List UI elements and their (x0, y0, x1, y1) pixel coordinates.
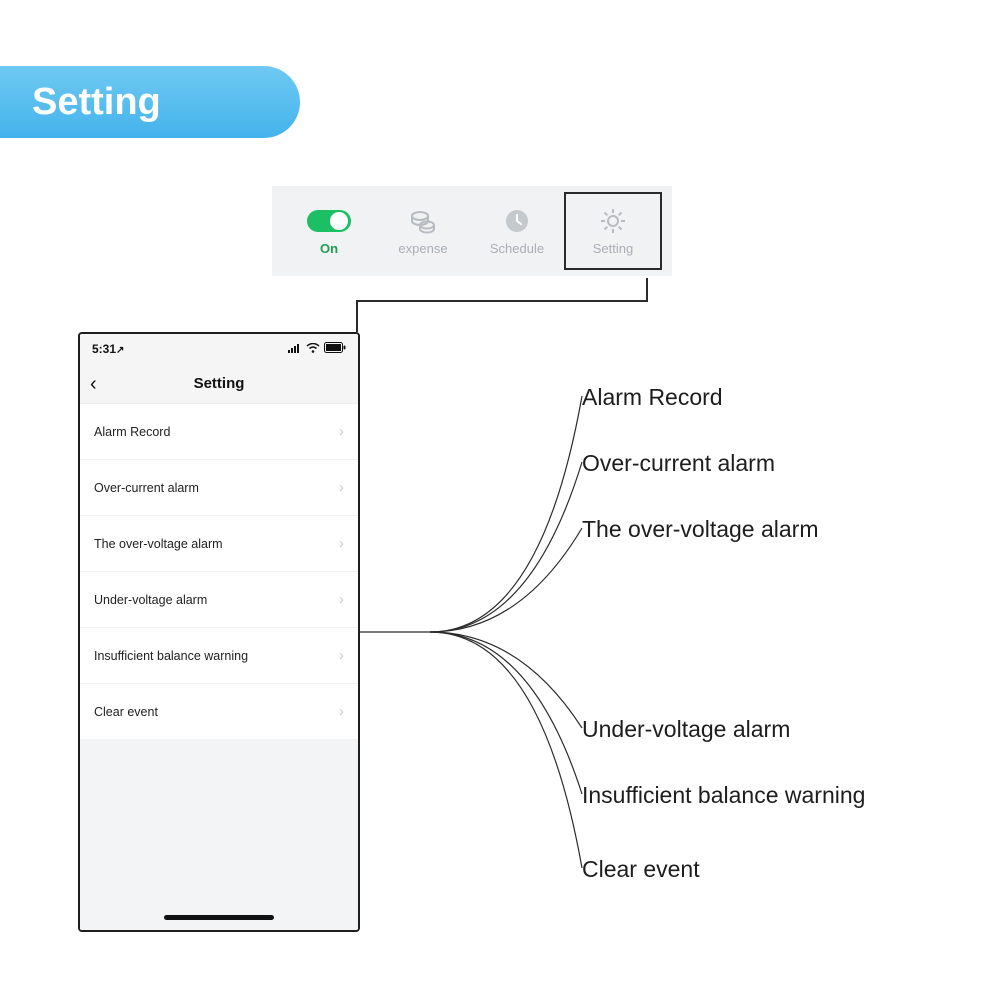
phone-empty-area (80, 740, 358, 930)
setting-row-label: Alarm Record (94, 425, 170, 439)
setting-row-over-current[interactable]: Over-current alarm › (80, 460, 358, 516)
setting-row-over-voltage[interactable]: The over-voltage alarm › (80, 516, 358, 572)
callout-over-current: Over-current alarm (582, 450, 775, 477)
gear-icon (599, 207, 627, 235)
home-indicator (164, 915, 274, 920)
chevron-right-icon: › (339, 703, 344, 720)
chevron-right-icon: › (339, 479, 344, 496)
fan-connectors (360, 332, 580, 952)
setting-row-alarm-record[interactable]: Alarm Record › (80, 404, 358, 460)
status-time: 5:31↗ (92, 342, 124, 356)
setting-row-under-voltage[interactable]: Under-voltage alarm › (80, 572, 358, 628)
tab-on-label: On (320, 241, 338, 256)
clock-icon (503, 207, 531, 235)
phone-mockup: 5:31↗ ‹ Setting Alarm Record › Over-curr… (78, 332, 360, 932)
tab-schedule-label: Schedule (490, 241, 544, 256)
chevron-right-icon: › (339, 647, 344, 664)
tab-schedule[interactable]: Schedule (470, 192, 564, 270)
setting-row-label: Over-current alarm (94, 481, 199, 495)
setting-row-label: The over-voltage alarm (94, 537, 223, 551)
page-heading-text: Setting (32, 81, 161, 124)
chevron-right-icon: › (339, 535, 344, 552)
callout-alarm-record: Alarm Record (582, 384, 723, 411)
chevron-right-icon: › (339, 423, 344, 440)
callout-under-voltage: Under-voltage alarm (582, 716, 790, 743)
tab-on[interactable]: On (282, 192, 376, 270)
tab-expense[interactable]: expense (376, 192, 470, 270)
tab-setting-label: Setting (593, 241, 633, 256)
callout-clear-event: Clear event (582, 856, 700, 883)
cellular-icon (288, 342, 302, 356)
page-heading-pill: Setting (0, 66, 300, 138)
top-tab-bar: On expense Schedule (272, 186, 672, 276)
phone-nav-title: Setting (80, 375, 358, 392)
setting-row-insufficient-balance[interactable]: Insufficient balance warning › (80, 628, 358, 684)
wifi-icon (306, 342, 320, 356)
coins-icon (409, 207, 437, 235)
status-indicators (288, 342, 346, 356)
phone-settings-list: Alarm Record › Over-current alarm › The … (80, 404, 358, 740)
connector-line (646, 278, 648, 302)
tab-setting[interactable]: Setting (564, 192, 662, 270)
connector-line (356, 300, 358, 332)
phone-status-bar: 5:31↗ (80, 334, 358, 364)
toggle-on-icon (306, 207, 352, 235)
back-chevron-icon[interactable]: ‹ (90, 374, 97, 394)
chevron-right-icon: › (339, 591, 344, 608)
connector-line (356, 300, 648, 302)
setting-row-label: Insufficient balance warning (94, 649, 248, 663)
phone-nav-bar: ‹ Setting (80, 364, 358, 404)
tab-expense-label: expense (398, 241, 447, 256)
setting-row-clear-event[interactable]: Clear event › (80, 684, 358, 740)
setting-row-label: Clear event (94, 705, 158, 719)
setting-row-label: Under-voltage alarm (94, 593, 207, 607)
callout-over-voltage: The over-voltage alarm (582, 516, 819, 543)
callout-insufficient-balance: Insufficient balance warning (582, 782, 865, 809)
battery-icon (324, 342, 346, 356)
